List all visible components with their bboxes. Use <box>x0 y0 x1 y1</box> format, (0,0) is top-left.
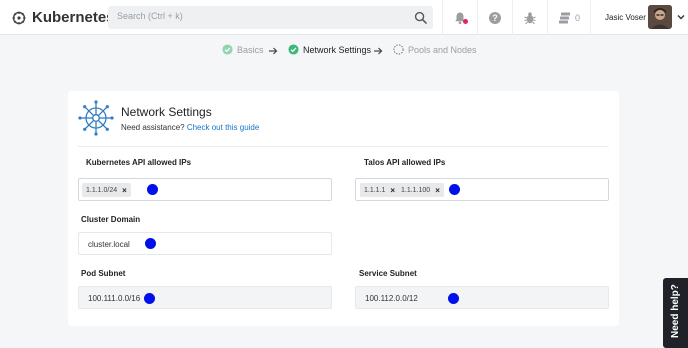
check-circle-icon <box>222 44 233 55</box>
need-help-label: Need help? <box>670 284 681 338</box>
need-help-button[interactable]: Need help? <box>663 278 688 348</box>
k8s-ips-input[interactable]: 1.1.1.0/24 × <box>78 178 332 201</box>
pod-subnet-label: Pod Subnet <box>81 269 126 278</box>
step-basics[interactable]: Basics <box>222 44 264 55</box>
bug-icon <box>524 11 536 24</box>
cluster-count: 0 <box>574 12 580 23</box>
wizard-steps: Basics Network Settings Pools and Nodes <box>0 44 688 60</box>
cluster-domain-value: cluster.local <box>88 240 130 249</box>
assistance-text: Need assistance? Check out this guide <box>121 123 259 132</box>
remove-chip-button[interactable]: × <box>390 186 395 195</box>
dashed-circle-icon <box>393 44 404 55</box>
help-circle-icon: ? <box>489 11 501 24</box>
remove-chip-button[interactable]: × <box>435 186 440 195</box>
assist-prefix: Need assistance? <box>121 123 185 132</box>
service-subnet-input[interactable]: 100.112.0.0/12 <box>355 286 609 309</box>
ip-chip: 1.1.1.0/24 × <box>82 183 131 197</box>
notification-badge <box>463 19 468 24</box>
k8s-ips-label: Kubernetes API allowed IPs <box>86 158 192 167</box>
service-subnet-value: 100.112.0.0/12 <box>365 294 418 303</box>
top-bar: Kubernetes Search (Ctrl + k) ? 0 Jasic V… <box>0 0 688 35</box>
step-label: Basics <box>237 44 264 55</box>
step-network-settings[interactable]: Network Settings <box>288 44 371 55</box>
guide-link[interactable]: Check out this guide <box>187 123 260 132</box>
cursor-marker <box>145 238 156 249</box>
app-name: Kubernetes <box>32 9 115 26</box>
kubernetes-logo-icon <box>12 11 26 24</box>
cursor-marker <box>147 184 158 195</box>
cursor-marker <box>449 184 460 195</box>
arrow-right-icon <box>269 47 278 55</box>
cluster-domain-input[interactable]: cluster.local <box>78 232 332 255</box>
user-name: Jasic Voser <box>605 13 646 22</box>
notifications-button[interactable] <box>442 0 477 35</box>
server-stack-icon <box>558 12 570 23</box>
talos-ips-input[interactable]: 1.1.1.1 × 1.1.1.100 × <box>355 178 609 201</box>
cluster-domain-label: Cluster Domain <box>81 215 141 224</box>
helm-wheel-icon <box>78 100 114 136</box>
chip-label: 1.1.1.0/24 <box>86 186 118 194</box>
remove-chip-button[interactable]: × <box>122 186 127 195</box>
pod-subnet-input[interactable]: 100.111.0.0/16 <box>78 286 332 309</box>
chip-label: 1.1.1.100 <box>401 186 431 194</box>
pod-subnet-value: 100.111.0.0/16 <box>88 294 141 303</box>
talos-ips-label: Talos API allowed IPs <box>364 158 446 167</box>
step-label: Pools and Nodes <box>408 44 477 55</box>
chevron-down-icon[interactable] <box>677 13 685 21</box>
service-subnet-label: Service Subnet <box>359 269 417 278</box>
card-title: Network Settings <box>121 105 212 119</box>
user-menu[interactable]: Jasic Voser <box>590 0 688 35</box>
divider <box>78 146 609 147</box>
clusters-button[interactable]: 0 <box>547 0 590 35</box>
ip-chip: 1.1.1.100 × <box>397 183 444 197</box>
svg-text:?: ? <box>492 13 498 23</box>
network-settings-card: Network Settings Need assistance? Check … <box>68 91 619 326</box>
avatar <box>648 5 672 29</box>
search-placeholder: Search (Ctrl + k) <box>117 11 183 21</box>
step-pools-and-nodes[interactable]: Pools and Nodes <box>393 44 477 55</box>
brand[interactable]: Kubernetes <box>12 9 115 26</box>
step-label: Network Settings <box>303 44 372 55</box>
ip-chip: 1.1.1.1 × <box>360 183 400 197</box>
help-button[interactable]: ? <box>477 0 512 35</box>
arrow-right-icon <box>374 47 383 55</box>
check-circle-icon <box>288 44 299 55</box>
bug-report-button[interactable] <box>512 0 547 35</box>
search-icon[interactable] <box>414 11 427 24</box>
avatar-photo <box>648 5 672 29</box>
search-input[interactable]: Search (Ctrl + k) <box>108 6 433 29</box>
chip-label: 1.1.1.1 <box>364 186 386 194</box>
cursor-marker <box>448 293 459 304</box>
cursor-marker <box>144 293 155 304</box>
